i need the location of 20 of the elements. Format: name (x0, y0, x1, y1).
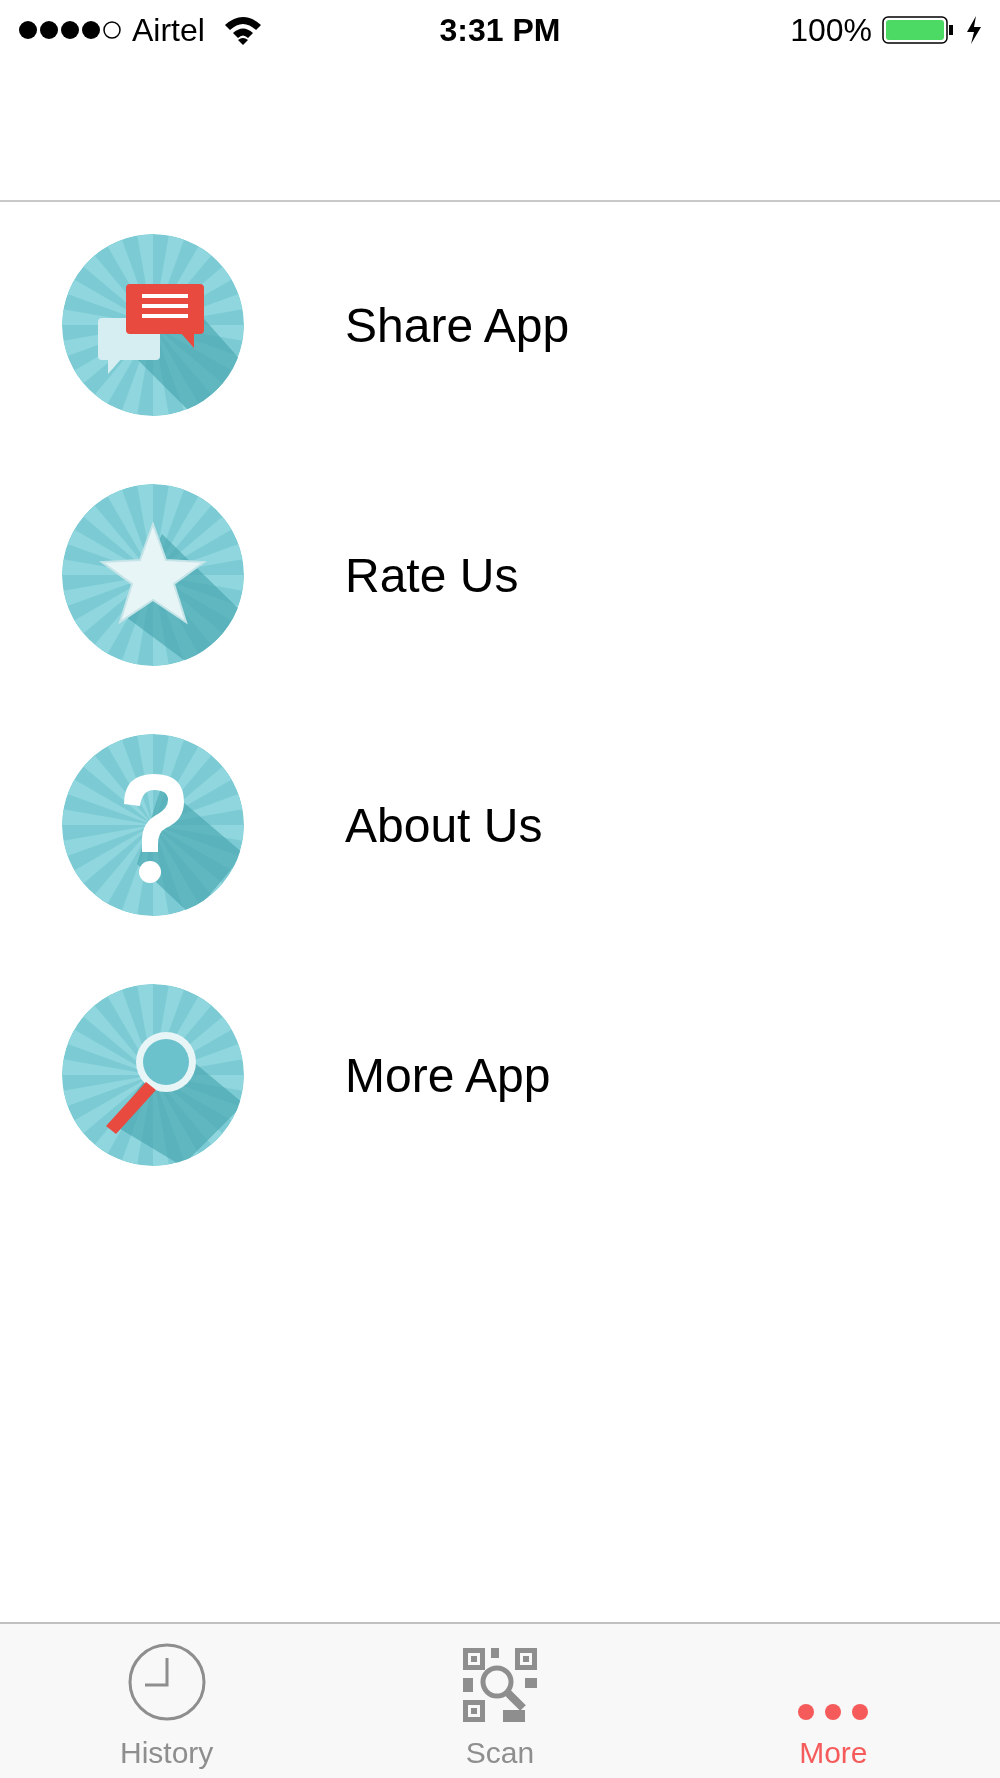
menu-item[interactable]: Share App (0, 234, 1000, 416)
magnifier-icon (62, 984, 244, 1166)
clock-time: 3:31 PM (439, 11, 561, 49)
qr-search-icon (463, 1648, 537, 1722)
menu-item[interactable]: About Us (0, 734, 1000, 916)
battery-icon (882, 16, 956, 44)
more-icon (796, 1702, 871, 1722)
signal-icon (18, 20, 122, 40)
battery-percent: 100% (790, 11, 872, 49)
menu-item[interactable]: More App (0, 984, 1000, 1166)
menu-label: Rate Us (345, 547, 519, 603)
clock-icon (126, 1642, 207, 1722)
menu-label: Share App (345, 297, 570, 353)
charging-icon (966, 16, 982, 44)
menu-label: More App (345, 1047, 551, 1103)
chat-bubbles-icon (62, 234, 244, 416)
question-mark-icon (62, 734, 244, 916)
carrier-name: Airtel (132, 11, 205, 49)
menu-label: About Us (345, 797, 543, 853)
menu-item[interactable]: Rate Us (0, 484, 1000, 666)
